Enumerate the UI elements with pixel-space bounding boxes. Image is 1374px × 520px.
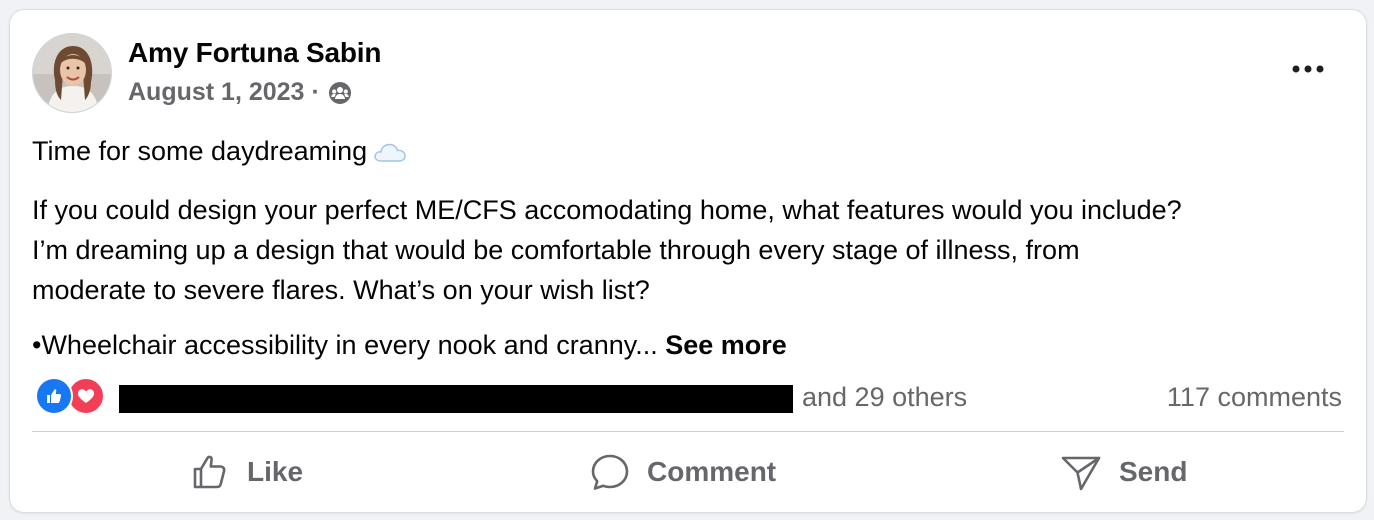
post-meta: August 1, 2023 · xyxy=(128,78,352,107)
post-text: •Wheelchair accessibility in every nook … xyxy=(32,330,658,360)
author-avatar[interactable] xyxy=(32,33,112,113)
comment-button[interactable]: Comment xyxy=(590,447,776,497)
meta-separator: · xyxy=(311,78,320,106)
redacted-names xyxy=(119,385,793,413)
action-divider xyxy=(32,431,1344,432)
like-label: Like xyxy=(247,456,304,487)
reaction-others-text[interactable]: and 29 others xyxy=(802,382,967,413)
send-arrow-icon xyxy=(1060,452,1102,492)
comment-label: Comment xyxy=(647,456,777,487)
send-label: Send xyxy=(1119,456,1188,487)
author-name[interactable]: Amy Fortuna Sabin xyxy=(128,37,381,69)
post-text-line: If you could design your perfect ME/CFS … xyxy=(32,195,1182,225)
comments-count[interactable]: 117 comments xyxy=(1167,382,1342,413)
like-reaction-icon[interactable] xyxy=(35,377,73,415)
thumbs-up-icon xyxy=(190,452,230,492)
more-horizontal-icon[interactable] xyxy=(1286,52,1330,86)
post-paragraph: Time for some daydreaming xyxy=(32,131,1352,175)
post-paragraph: •Wheelchair accessibility in every nook … xyxy=(32,325,1352,365)
cloud-emoji-icon xyxy=(373,135,407,175)
post-card: Amy Fortuna Sabin August 1, 2023 · Time … xyxy=(10,10,1366,512)
like-button[interactable]: Like xyxy=(190,447,303,497)
reaction-summary[interactable] xyxy=(35,377,105,415)
post-text: Time for some daydreaming xyxy=(32,136,368,166)
post-text-line: moderate to severe flares. What’s on you… xyxy=(32,275,650,305)
see-more-link[interactable]: See more xyxy=(665,330,787,360)
post-body: Time for some daydreaming If you could d… xyxy=(32,131,1352,365)
post-paragraph: If you could design your perfect ME/CFS … xyxy=(32,190,1352,310)
post-text-line: I’m dreaming up a design that would be c… xyxy=(32,235,1080,265)
comment-bubble-icon xyxy=(590,452,630,492)
post-date[interactable]: August 1, 2023 xyxy=(128,78,304,107)
group-audience-icon[interactable] xyxy=(328,81,352,105)
send-button[interactable]: Send xyxy=(1060,447,1187,497)
